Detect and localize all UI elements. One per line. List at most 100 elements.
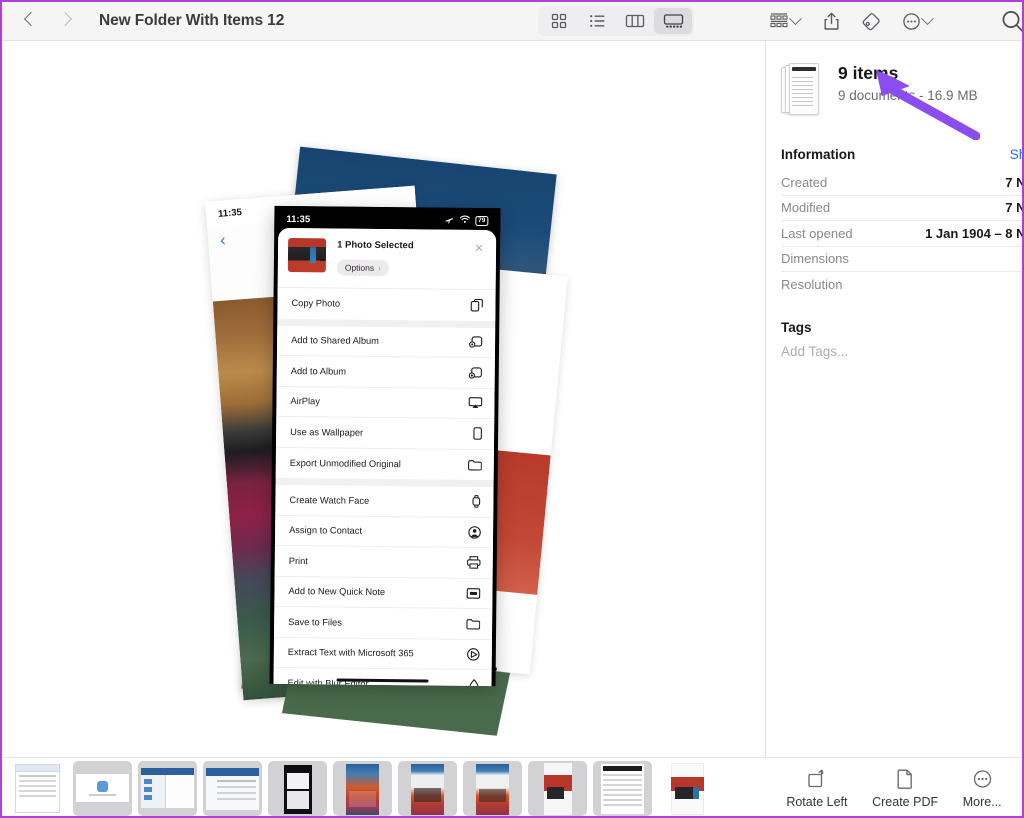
more-label: More... bbox=[962, 795, 1002, 809]
gallery-view-button[interactable] bbox=[654, 8, 692, 34]
search-icon bbox=[1002, 11, 1022, 32]
navigation-buttons bbox=[24, 10, 72, 32]
share-sheet-group: Add to Shared Album Add to Album AirPlay… bbox=[275, 325, 496, 481]
share-menu-item[interactable]: Edit with Blur Editor bbox=[273, 668, 491, 687]
filmstrip-thumbnail[interactable] bbox=[398, 761, 457, 816]
share-menu-label: Assign to Contact bbox=[289, 525, 363, 537]
share-menu-item[interactable]: Print bbox=[274, 545, 493, 579]
share-menu-item[interactable]: Copy Photo bbox=[277, 288, 495, 321]
share-menu-item[interactable]: Add to Shared Album bbox=[276, 325, 496, 359]
file-subtitle: 9 documents - 16.9 MB bbox=[838, 88, 978, 103]
icon-view-button[interactable] bbox=[540, 8, 578, 34]
close-icon[interactable]: ✕ bbox=[472, 241, 486, 255]
share-menu-item[interactable]: Create Watch Face bbox=[275, 484, 494, 518]
share-menu-label: Add to Album bbox=[290, 365, 347, 377]
show-more-link[interactable]: Show Mo bbox=[1010, 147, 1022, 162]
information-rows: Created 7 Nov 202 Modified 7 Nov 202 Las… bbox=[781, 170, 1022, 298]
add-tags-field[interactable]: Add Tags... bbox=[781, 344, 1022, 359]
filmstrip-thumbnail-selected[interactable] bbox=[658, 761, 717, 816]
document-stack-preview: 11:35 ‹ 🗑 11:35 bbox=[2, 41, 765, 757]
selected-photo-thumbnail bbox=[287, 237, 327, 273]
info-value: 1 Jan 1904 – 8 Nov 202 bbox=[925, 225, 1022, 241]
folder-icon bbox=[468, 459, 482, 471]
tag-icon bbox=[862, 12, 880, 30]
watch-icon bbox=[471, 495, 481, 509]
more-actions-button[interactable] bbox=[888, 6, 939, 36]
tag-button[interactable] bbox=[847, 6, 888, 36]
share-menu-item[interactable]: Export Unmodified Original bbox=[276, 447, 494, 480]
iphone-icon bbox=[473, 427, 482, 440]
share-menu-item[interactable]: Use as Wallpaper bbox=[275, 416, 495, 450]
chevron-left-icon: ‹ bbox=[219, 230, 227, 250]
info-row: Last opened 1 Jan 1904 – 8 Nov 202 bbox=[781, 221, 1022, 247]
filmstrip-thumbnail[interactable] bbox=[333, 761, 392, 816]
info-row: Created 7 Nov 202 bbox=[781, 170, 1022, 196]
share-menu-label: Create Watch Face bbox=[289, 494, 370, 506]
filmstrip-thumbnail[interactable] bbox=[73, 761, 132, 816]
share-sheet-group: Copy Photo bbox=[277, 286, 496, 321]
share-menu-item[interactable]: Add to New Quick Note bbox=[274, 576, 493, 610]
share-menu-label: Copy Photo bbox=[291, 298, 341, 309]
info-key: Dimensions bbox=[781, 251, 849, 267]
columns-icon bbox=[625, 14, 645, 28]
filmstrip-thumbnail[interactable] bbox=[528, 761, 587, 816]
create-pdf-button[interactable]: Create PDF bbox=[872, 768, 938, 809]
airplane-icon bbox=[444, 214, 454, 227]
toolbar-right-actions bbox=[762, 6, 939, 36]
preview-card-front-share-sheet: 11:35 79 1 Photo Selected Options › ✕ Co… bbox=[269, 205, 501, 687]
list-icon bbox=[589, 15, 604, 27]
share-menu-label: Save to Files bbox=[288, 616, 342, 628]
microsoft365-icon bbox=[467, 647, 480, 661]
more-button[interactable]: More... bbox=[963, 768, 1002, 809]
finder-window: New Folder With Items 12 11:35 ‹ 11:35 7… bbox=[0, 0, 1024, 818]
options-label: Options bbox=[344, 262, 375, 273]
info-value: 7 Nov 202 bbox=[1005, 200, 1022, 216]
share-menu-label: Use as Wallpaper bbox=[290, 426, 364, 438]
share-sheet-header: 1 Photo Selected Options › ✕ bbox=[277, 227, 497, 290]
document-icon bbox=[897, 769, 912, 789]
document-stack-icon bbox=[781, 63, 823, 119]
column-view-button[interactable] bbox=[616, 8, 654, 34]
share-sheet: 1 Photo Selected Options › ✕ Copy Photo bbox=[273, 227, 497, 687]
share-menu-item[interactable]: Save to Files bbox=[273, 606, 493, 640]
back-button[interactable] bbox=[24, 10, 37, 32]
share-menu-label: AirPlay bbox=[290, 396, 320, 407]
filmstrip-thumbnail[interactable] bbox=[463, 761, 522, 816]
share-menu-item[interactable]: AirPlay bbox=[276, 386, 495, 420]
group-by-button[interactable] bbox=[762, 6, 807, 36]
gallery-icon bbox=[663, 14, 683, 28]
filmstrip-thumbnail[interactable] bbox=[138, 761, 197, 816]
quick-note-icon bbox=[466, 587, 481, 599]
gallery-preview-area: 11:35 ‹ 🗑 11:35 bbox=[2, 41, 765, 757]
folder-icon bbox=[466, 618, 481, 630]
rotate-left-button[interactable]: Rotate Left bbox=[786, 768, 847, 809]
rotate-left-label: Rotate Left bbox=[786, 795, 848, 809]
options-button[interactable]: Options › bbox=[336, 259, 389, 277]
view-mode-segmented-control bbox=[538, 6, 694, 36]
list-view-button[interactable] bbox=[578, 8, 616, 34]
status-time: 11:35 bbox=[286, 213, 311, 225]
share-menu-item[interactable]: Add to Album bbox=[276, 355, 495, 389]
group-by-icon bbox=[770, 13, 788, 28]
filmstrip-thumbnail[interactable] bbox=[203, 761, 262, 816]
share-menu-item[interactable]: Extract Text with Microsoft 365 bbox=[273, 637, 492, 671]
grid-icon bbox=[551, 13, 567, 29]
share-button[interactable] bbox=[807, 6, 847, 36]
shared-album-icon bbox=[469, 336, 483, 348]
search-button[interactable] bbox=[1000, 8, 1022, 39]
information-heading: Information bbox=[781, 147, 856, 162]
info-key: Created bbox=[781, 174, 828, 190]
share-menu-item[interactable]: Assign to Contact bbox=[274, 515, 494, 549]
filmstrip-thumbnail[interactable] bbox=[268, 761, 327, 816]
chevron-right-icon: › bbox=[378, 263, 381, 273]
forward-button[interactable] bbox=[59, 10, 72, 32]
selection-title: 1 Photo Selected bbox=[337, 239, 414, 252]
tags-heading: Tags bbox=[781, 319, 812, 335]
share-menu-label: Add to New Quick Note bbox=[288, 586, 386, 598]
filmstrip-thumbnail[interactable] bbox=[593, 761, 652, 816]
share-menu-label: Add to Shared Album bbox=[291, 335, 380, 347]
filmstrip-thumbnail[interactable] bbox=[8, 761, 67, 816]
filmstrip[interactable] bbox=[2, 758, 765, 816]
info-row: Resolution bbox=[781, 272, 1022, 298]
contact-icon bbox=[468, 525, 481, 539]
